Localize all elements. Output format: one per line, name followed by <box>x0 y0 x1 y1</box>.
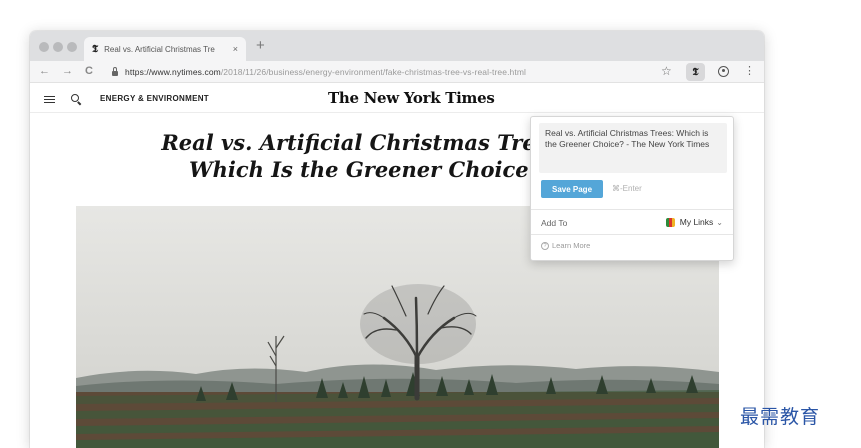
collection-name: My Links <box>679 217 714 227</box>
browser-toolbar: ← → C https://www.nytimes.com/2018/11/26… <box>30 61 764 83</box>
add-to-label: Add To <box>541 218 568 228</box>
nyt-masthead-logo[interactable]: The New York Times <box>328 89 495 107</box>
help-icon: ? <box>541 241 549 250</box>
chevron-down-icon: ⌄ <box>716 217 723 227</box>
bookmark-star-icon[interactable]: ☆ <box>661 65 672 78</box>
watermark-text: 最需教育 <box>740 406 821 428</box>
tab-close-icon[interactable]: × <box>233 44 238 54</box>
learn-more-link[interactable]: ? Learn More <box>541 241 590 250</box>
browser-tab-active[interactable]: 𝕿 Real vs. Artificial Christmas Tre × <box>84 37 246 61</box>
popup-divider <box>531 209 733 210</box>
nyt-favicon-icon: 𝕿 <box>92 43 99 55</box>
lock-icon <box>112 66 118 76</box>
address-bar[interactable]: https://www.nytimes.com/2018/11/26/busin… <box>112 64 632 80</box>
reload-button[interactable]: C <box>85 65 93 78</box>
popup-divider-2 <box>531 234 733 235</box>
url-path: /2018/11/26/business/energy-environment/… <box>220 67 526 77</box>
back-button[interactable]: ← <box>39 65 50 78</box>
close-window-button[interactable] <box>39 42 49 52</box>
nyt-site-header: ENERGY & ENVIRONMENT The New York Times <box>30 83 764 113</box>
shortcut-hint: ⌘-Enter <box>612 184 642 193</box>
headline-line-2: Which Is the Greener Choice? <box>189 157 541 182</box>
hamburger-menu-icon[interactable] <box>44 96 55 103</box>
section-link[interactable]: ENERGY & ENVIRONMENT <box>100 94 209 103</box>
learn-more-label: Learn More <box>552 241 591 250</box>
browser-menu-icon[interactable]: ⋮ <box>744 64 755 78</box>
tab-title: Real vs. Artificial Christmas Tre <box>104 44 215 54</box>
url-domain: https://www.nytimes.com <box>125 67 221 77</box>
page-title-textarea[interactable]: Real vs. Artificial Christmas Trees: Whi… <box>539 123 727 173</box>
article-headline: Real vs. Artificial Christmas Trees: Whi… <box>160 129 570 183</box>
forward-button[interactable]: → <box>62 65 73 78</box>
profile-icon[interactable] <box>718 66 729 77</box>
browser-window: 𝕿 Real vs. Artificial Christmas Tre × + … <box>30 31 764 448</box>
collection-icon <box>665 217 675 227</box>
save-page-popup: Real vs. Artificial Christmas Trees: Whi… <box>530 116 734 261</box>
collection-dropdown[interactable]: My Links ⌄ <box>665 217 723 227</box>
browser-titlebar: 𝕿 Real vs. Artificial Christmas Tre × + <box>30 31 764 61</box>
search-icon[interactable] <box>71 94 79 102</box>
save-extension-button[interactable]: 𝕿 <box>686 63 705 81</box>
url-text: https://www.nytimes.com/2018/11/26/busin… <box>125 67 526 77</box>
save-page-button[interactable]: Save Page <box>541 180 603 198</box>
new-tab-button[interactable]: + <box>256 38 265 54</box>
headline-line-1: Real vs. Artificial Christmas Trees: <box>161 130 569 155</box>
maximize-window-button[interactable] <box>67 42 77 52</box>
minimize-window-button[interactable] <box>53 42 63 52</box>
